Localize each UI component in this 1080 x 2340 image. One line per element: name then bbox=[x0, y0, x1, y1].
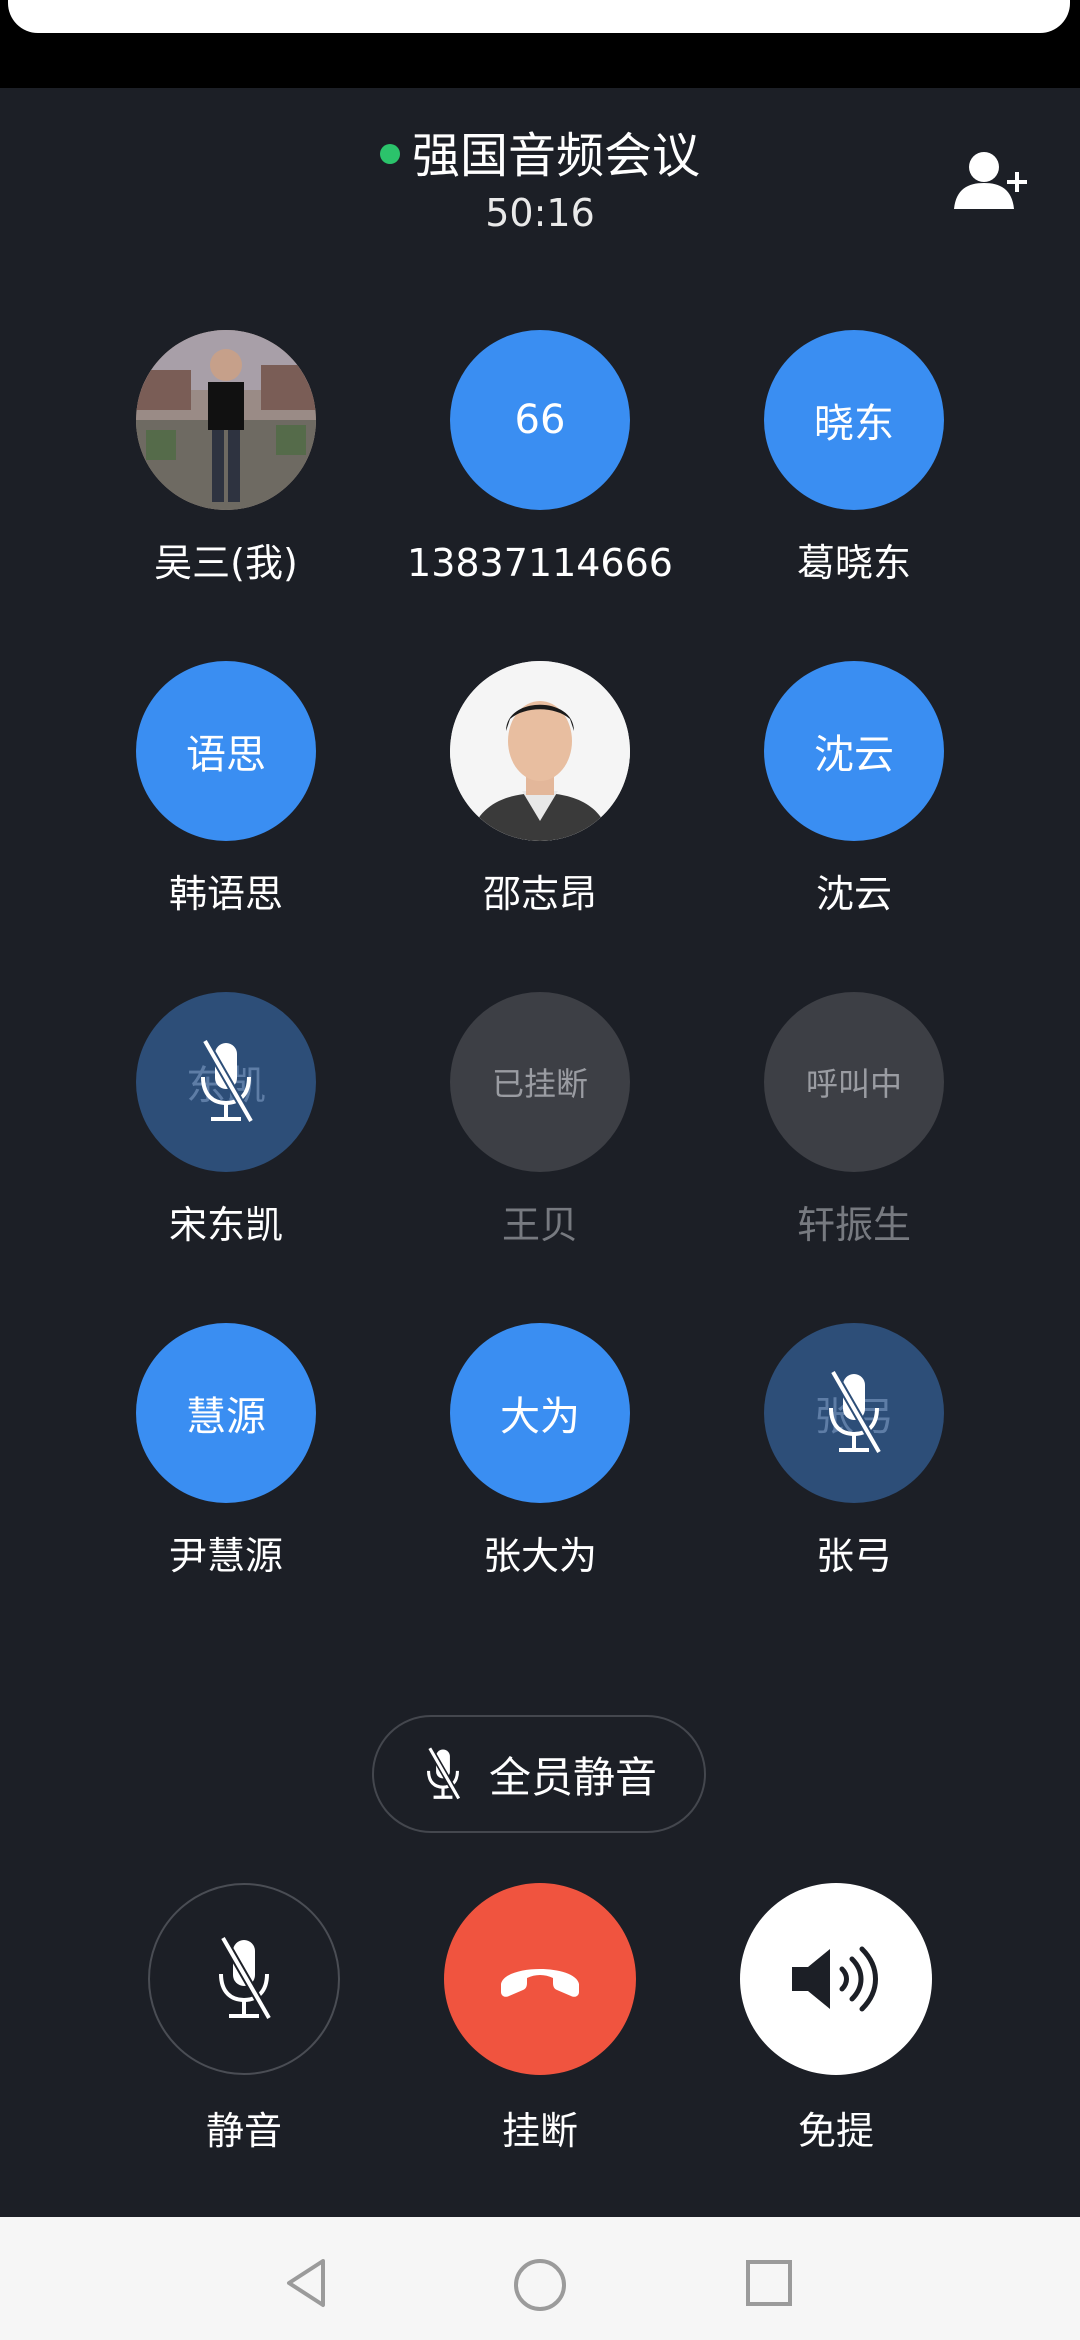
hangup-button[interactable] bbox=[444, 1883, 636, 2075]
participant-tile[interactable]: 沈云 沈云 bbox=[687, 661, 987, 961]
call-header: 强国音频会议 50:16 bbox=[0, 88, 1080, 248]
participant-tile[interactable]: 张弓 张弓 bbox=[687, 1323, 987, 1623]
avatar bbox=[450, 661, 630, 841]
live-status-dot bbox=[379, 144, 400, 164]
participant-name: 王贝 bbox=[501, 1203, 578, 1247]
call-timer: 50:16 bbox=[485, 191, 595, 235]
mic-off-icon bbox=[426, 1746, 462, 1801]
participant-name: 张弓 bbox=[815, 1534, 892, 1578]
avatar: 晓东 bbox=[764, 330, 944, 510]
avatar: 大为 bbox=[450, 1323, 630, 1503]
mic-off-icon bbox=[764, 1323, 944, 1503]
hangup-label: 挂断 bbox=[501, 2109, 578, 2153]
page-title: 强国音频会议 bbox=[411, 128, 700, 184]
participant-name: 轩振生 bbox=[796, 1203, 911, 1247]
avatar: 语思 bbox=[136, 661, 316, 841]
participant-tile[interactable]: 晓东 葛晓东 bbox=[687, 330, 987, 630]
participant-tile[interactable]: 呼叫中 轩振生 bbox=[687, 992, 987, 1292]
participant-name: 尹慧源 bbox=[168, 1534, 283, 1578]
avatar-photo-icon bbox=[136, 330, 316, 510]
avatar bbox=[136, 330, 316, 510]
participant-tile[interactable]: 语思 韩语思 bbox=[59, 661, 359, 961]
participant-name: 葛晓东 bbox=[796, 541, 911, 585]
system-nav-bar bbox=[0, 2217, 1080, 2340]
participant-name: 13837114666 bbox=[407, 541, 673, 585]
participant-tile[interactable]: 已挂断 王贝 bbox=[373, 992, 673, 1292]
hangup-phone-icon bbox=[501, 1969, 579, 1997]
participant-name: 韩语思 bbox=[168, 872, 283, 916]
participant-tile[interactable]: 东凯 宋东凯 bbox=[59, 992, 359, 1292]
participant-tile[interactable]: 66 13837114666 bbox=[373, 330, 673, 630]
participant-name: 沈云 bbox=[815, 872, 892, 916]
avatar-photo-icon bbox=[450, 661, 630, 841]
mute-label: 静音 bbox=[205, 2109, 282, 2153]
mic-off-icon bbox=[219, 1936, 273, 2020]
participant-tile[interactable]: 邵志昂 bbox=[373, 661, 673, 961]
mute-all-label: 全员静音 bbox=[488, 1752, 657, 1802]
avatar: 沈云 bbox=[764, 661, 944, 841]
avatar: 已挂断 bbox=[450, 992, 630, 1172]
back-triangle-icon[interactable] bbox=[283, 2257, 331, 2309]
notification-sheet bbox=[8, 0, 1070, 33]
participant-tile[interactable]: 大为 张大为 bbox=[373, 1323, 673, 1623]
avatar: 呼叫中 bbox=[764, 992, 944, 1172]
mic-off-icon bbox=[136, 992, 316, 1172]
add-participant-button[interactable] bbox=[950, 143, 1030, 223]
speaker-icon bbox=[792, 1946, 878, 2012]
avatar: 东凯 bbox=[136, 992, 316, 1172]
mute-all-button[interactable]: 全员静音 bbox=[372, 1715, 706, 1833]
avatar: 张弓 bbox=[764, 1323, 944, 1503]
title-row: 强国音频会议 bbox=[0, 126, 1080, 186]
speaker-label: 免提 bbox=[797, 2109, 874, 2153]
participant-tile[interactable]: 慧源 尹慧源 bbox=[59, 1323, 359, 1623]
participant-name: 邵志昂 bbox=[482, 872, 597, 916]
participant-name: 吴三(我) bbox=[154, 541, 298, 585]
avatar: 66 bbox=[450, 330, 630, 510]
avatar: 慧源 bbox=[136, 1323, 316, 1503]
recents-square-icon[interactable] bbox=[745, 2259, 793, 2307]
participant-tile[interactable]: 吴三(我) bbox=[59, 330, 359, 630]
mute-button[interactable] bbox=[148, 1883, 340, 2075]
add-person-icon bbox=[954, 152, 1029, 209]
participant-name: 张大为 bbox=[482, 1534, 597, 1578]
home-circle-icon[interactable] bbox=[512, 2257, 568, 2313]
participant-name: 宋东凯 bbox=[168, 1203, 283, 1247]
speaker-button[interactable] bbox=[740, 1883, 932, 2075]
